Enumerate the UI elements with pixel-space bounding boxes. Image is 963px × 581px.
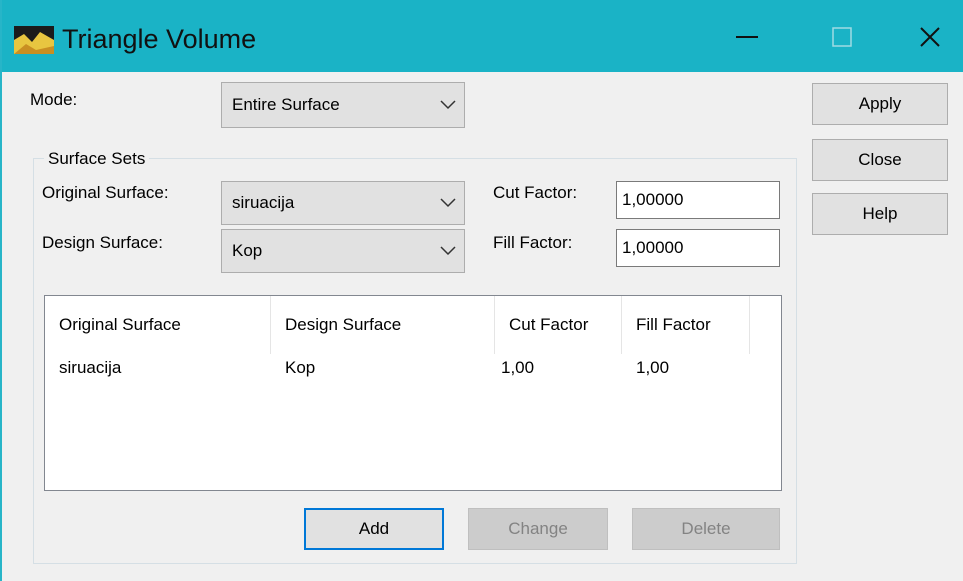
add-button[interactable]: Add bbox=[304, 508, 444, 550]
design-surface-dropdown[interactable]: Kop bbox=[221, 229, 465, 273]
column-header-design-surface[interactable]: Design Surface bbox=[271, 296, 495, 354]
table-cell-original-surface[interactable]: siruacija bbox=[59, 358, 121, 378]
change-button[interactable]: Change bbox=[468, 508, 608, 550]
chevron-down-icon bbox=[440, 100, 456, 110]
cut-factor-input[interactable]: 1,00000 bbox=[616, 181, 780, 219]
maximize-button[interactable] bbox=[817, 14, 867, 60]
help-button[interactable]: Help bbox=[812, 193, 948, 235]
column-header-original-surface[interactable]: Original Surface bbox=[45, 296, 271, 354]
original-surface-label: Original Surface: bbox=[42, 183, 169, 202]
app-icon bbox=[14, 26, 54, 54]
mode-value: Entire Surface bbox=[232, 95, 340, 114]
minimize-button[interactable] bbox=[722, 14, 772, 60]
title-bar[interactable]: Triangle Volume bbox=[2, 0, 963, 72]
mode-dropdown[interactable]: Entire Surface bbox=[221, 82, 465, 128]
table-header: Original Surface Design Surface Cut Fact… bbox=[45, 296, 781, 354]
surface-sets-table[interactable]: Original Surface Design Surface Cut Fact… bbox=[44, 295, 782, 491]
design-surface-value: Kop bbox=[232, 241, 263, 260]
table-cell-design-surface[interactable]: Kop bbox=[285, 358, 315, 378]
mode-label: Mode: bbox=[30, 90, 78, 109]
table-cell-cut-factor[interactable]: 1,00 bbox=[501, 358, 534, 378]
column-header-cut-factor[interactable]: Cut Factor bbox=[495, 296, 622, 354]
apply-button[interactable]: Apply bbox=[812, 83, 948, 125]
design-surface-label: Design Surface: bbox=[42, 233, 163, 252]
minimize-icon bbox=[736, 36, 758, 38]
window-title: Triangle Volume bbox=[62, 24, 257, 54]
close-button[interactable]: Close bbox=[812, 139, 948, 181]
delete-button[interactable]: Delete bbox=[632, 508, 780, 550]
close-icon bbox=[920, 27, 940, 47]
surface-sets-legend: Surface Sets bbox=[44, 149, 150, 169]
column-header-fill-factor[interactable]: Fill Factor bbox=[622, 296, 750, 354]
maximize-icon bbox=[832, 27, 852, 47]
close-window-button[interactable] bbox=[905, 14, 955, 60]
dialog-body: Mode: Entire Surface Apply Close Help Su… bbox=[2, 72, 963, 581]
fill-factor-label: Fill Factor: bbox=[493, 233, 573, 252]
cut-factor-label: Cut Factor: bbox=[493, 183, 578, 202]
fill-factor-input[interactable]: 1,00000 bbox=[616, 229, 780, 267]
chevron-down-icon bbox=[440, 246, 456, 256]
chevron-down-icon bbox=[440, 198, 456, 208]
original-surface-value: siruacija bbox=[232, 193, 295, 212]
original-surface-dropdown[interactable]: siruacija bbox=[221, 181, 465, 225]
triangle-volume-window: Triangle Volume Mode: Entire Surface App… bbox=[0, 0, 963, 581]
table-cell-fill-factor[interactable]: 1,00 bbox=[636, 358, 669, 378]
